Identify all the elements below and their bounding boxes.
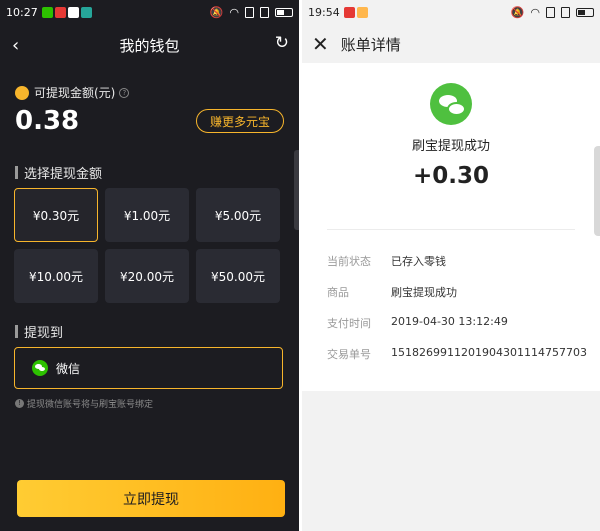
edge-handle xyxy=(594,146,600,236)
app-notification-icon xyxy=(67,7,79,18)
wechat-notification-icon xyxy=(41,7,53,18)
balance-value: 0.38 xyxy=(15,106,80,136)
amount-option[interactable]: ¥50.00元 xyxy=(196,249,280,303)
close-icon[interactable]: ✕ xyxy=(312,34,329,54)
method-label: 微信 xyxy=(56,361,81,376)
battery-icon xyxy=(576,8,594,17)
detail-label: 商品 xyxy=(327,286,349,299)
info-icon: ! xyxy=(15,399,24,408)
app-notification-icon xyxy=(356,7,368,18)
amount-option[interactable]: ¥20.00元 xyxy=(105,249,189,303)
sim-icon xyxy=(245,7,254,18)
bill-card: 刷宝提现成功 +0.30 当前状态 已存入零钱 商品 刷宝提现成功 支付时间 2… xyxy=(302,63,600,391)
hint-text: 提现微信账号将与刷宝账号绑定 xyxy=(27,400,154,410)
status-bar: 10:27 🔕 ◠ xyxy=(0,0,299,25)
detail-row: 当前状态 已存入零钱 xyxy=(327,253,446,269)
withdraw-to-heading: 提现到 xyxy=(15,322,63,341)
status-title: 刷宝提现成功 xyxy=(411,139,490,154)
bind-hint: ! 提现微信账号将与刷宝账号绑定 xyxy=(15,397,153,410)
divider xyxy=(327,229,575,230)
page-title: 账单详情 xyxy=(340,35,401,54)
status-icons: 🔕 ◠ xyxy=(210,6,293,19)
back-icon[interactable]: ‹ xyxy=(12,35,19,56)
app-notification-icon xyxy=(80,7,92,18)
coin-icon xyxy=(15,85,29,100)
mute-icon: 🔕 xyxy=(510,6,525,19)
detail-row: 支付时间 2019-04-30 13:12:49 xyxy=(327,315,508,331)
help-icon[interactable]: ? xyxy=(119,87,130,98)
app-notification-icon xyxy=(54,7,66,18)
wechat-pay-icon xyxy=(430,83,472,125)
withdraw-method-wechat[interactable]: 微信 xyxy=(14,347,283,389)
wifi-icon: ◠ xyxy=(530,6,540,19)
sim-icon xyxy=(260,7,269,18)
nav-bar: ‹ 我的钱包 ↻ xyxy=(0,25,299,65)
detail-label: 交易单号 xyxy=(327,348,371,361)
status-time: 10:27 xyxy=(6,6,38,19)
nav-bar: ✕ 账单详情 xyxy=(302,25,600,63)
balance-label-row: 可提现金额(元) ? xyxy=(15,84,130,101)
withdraw-now-button[interactable]: 立即提现 xyxy=(17,480,285,517)
detail-value: 2019-04-30 13:12:49 xyxy=(391,315,508,328)
detail-row: 商品 刷宝提现成功 xyxy=(327,284,457,300)
status-time: 19:54 xyxy=(308,6,340,19)
sim-icon xyxy=(546,7,555,18)
amount-option[interactable]: ¥10.00元 xyxy=(14,249,98,303)
amount: +0.30 xyxy=(412,163,490,189)
balance-label: 可提现金额(元) xyxy=(34,86,116,100)
choose-amount-heading: 选择提现金额 xyxy=(15,163,102,182)
status-icons: 🔕 ◠ xyxy=(511,6,594,19)
page-title: 我的钱包 xyxy=(119,36,180,55)
status-bar: 19:54 🔕 ◠ xyxy=(302,0,600,25)
earn-more-button[interactable]: 赚更多元宝 xyxy=(196,109,284,133)
sim-icon xyxy=(561,7,570,18)
refresh-icon[interactable]: ↻ xyxy=(275,33,289,53)
amount-grid: ¥0.30元 ¥1.00元 ¥5.00元 ¥10.00元 ¥20.00元 ¥50.00元 xyxy=(14,188,284,303)
bill-detail-screen: 19:54 🔕 ◠ ✕ 账单详情 刷宝提现成功 +0.30 当前状态 已存入零钱… xyxy=(302,0,600,531)
detail-value: 已存入零钱 xyxy=(391,255,446,268)
wifi-icon: ◠ xyxy=(229,6,239,19)
mute-icon: 🔕 xyxy=(209,6,224,19)
detail-row: 交易单号 1518269911201904301114757703 xyxy=(327,346,587,362)
wallet-screen: 10:27 🔕 ◠ ‹ 我的钱包 ↻ 可提现金额(元) ? 0.38 赚更多元宝… xyxy=(0,0,299,531)
detail-label: 当前状态 xyxy=(327,255,371,268)
detail-value: 1518269911201904301114757703 xyxy=(391,346,587,359)
amount-option[interactable]: ¥1.00元 xyxy=(105,188,189,242)
detail-value: 刷宝提现成功 xyxy=(391,286,457,299)
wechat-icon xyxy=(32,360,48,376)
app-notification-icon xyxy=(343,7,355,18)
amount-option[interactable]: ¥5.00元 xyxy=(196,188,280,242)
edge-handle xyxy=(294,150,299,230)
amount-option[interactable]: ¥0.30元 xyxy=(14,188,98,242)
battery-icon xyxy=(275,8,293,17)
detail-label: 支付时间 xyxy=(327,317,371,330)
